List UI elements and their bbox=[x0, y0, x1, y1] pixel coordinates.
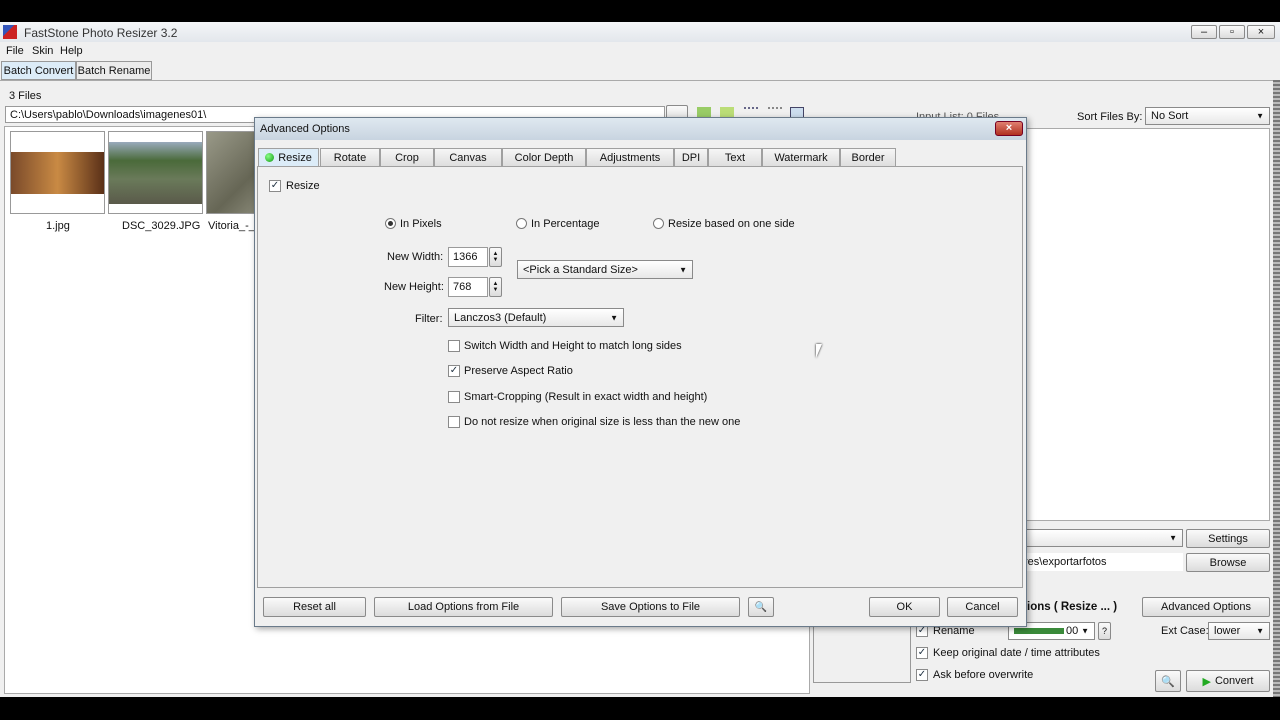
browse-button[interactable]: Browse bbox=[1186, 553, 1270, 572]
tab-line bbox=[0, 80, 1275, 81]
advanced-options-label: ions ( Resize ... ) bbox=[1027, 601, 1118, 613]
radio-one-side[interactable] bbox=[653, 218, 664, 229]
maximize-button[interactable]: ▫ bbox=[1219, 25, 1245, 39]
output-folder-field[interactable]: res\exportarfotos bbox=[1020, 553, 1183, 571]
cancel-button[interactable]: Cancel bbox=[947, 597, 1018, 617]
chevron-down-icon: ▼ bbox=[1256, 111, 1264, 121]
menu-file[interactable]: File bbox=[6, 45, 24, 57]
chevron-down-icon: ▼ bbox=[1256, 626, 1264, 636]
dialog-close-button[interactable]: × bbox=[995, 121, 1023, 136]
new-height-input[interactable]: 768 bbox=[448, 277, 488, 297]
play-icon: ▶ bbox=[1202, 675, 1211, 688]
preview-panel bbox=[813, 625, 911, 683]
thumbnail-label: 1.jpg bbox=[46, 220, 70, 232]
filter-select[interactable]: Lanczos3 (Default) ▼ bbox=[448, 308, 624, 327]
in-pixels-label: In Pixels bbox=[400, 218, 442, 230]
resize-panel bbox=[257, 166, 1023, 588]
preview-button[interactable]: 🔍 bbox=[1155, 670, 1181, 692]
tab-rotate[interactable]: Rotate bbox=[320, 148, 380, 166]
tab-dpi[interactable]: DPI bbox=[674, 148, 708, 166]
height-stepper[interactable]: ▲ ▼ bbox=[489, 277, 502, 297]
input-list[interactable] bbox=[1020, 128, 1270, 521]
scrollbar[interactable] bbox=[1273, 80, 1280, 697]
no-upscale-label: Do not resize when original size is less… bbox=[464, 416, 741, 428]
app-icon bbox=[3, 25, 17, 39]
keep-date-label: Keep original date / time attributes bbox=[933, 647, 1100, 659]
preview-icon: 🔍 bbox=[1161, 675, 1175, 688]
switch-dimensions-label: Switch Width and Height to match long si… bbox=[464, 340, 682, 352]
menu-help[interactable]: Help bbox=[60, 45, 83, 57]
save-options-button[interactable]: Save Options to File bbox=[561, 597, 740, 617]
close-button[interactable]: × bbox=[1247, 25, 1275, 39]
preserve-aspect-checkbox[interactable]: ✓ bbox=[448, 365, 460, 377]
resize-checkbox[interactable]: ✓ bbox=[269, 180, 281, 192]
radio-in-pixels[interactable] bbox=[385, 218, 396, 229]
smart-cropping-label: Smart-Cropping (Result in exact width an… bbox=[464, 391, 708, 403]
tab-adjustments[interactable]: Adjustments bbox=[586, 148, 674, 166]
tab-batch-rename[interactable]: Batch Rename bbox=[76, 61, 152, 80]
tab-canvas[interactable]: Canvas bbox=[434, 148, 502, 166]
width-stepper[interactable]: ▲ ▼ bbox=[489, 247, 502, 267]
thumbnail[interactable] bbox=[108, 131, 203, 214]
tab-color-depth[interactable]: Color Depth bbox=[502, 148, 586, 166]
chevron-down-icon: ▼ bbox=[610, 313, 618, 322]
settings-button[interactable]: Settings bbox=[1186, 529, 1270, 548]
tab-crop[interactable]: Crop bbox=[380, 148, 434, 166]
new-width-label: New Width: bbox=[387, 251, 444, 263]
ask-overwrite-checkbox[interactable]: ✓ bbox=[916, 669, 928, 681]
tab-resize[interactable]: Resize bbox=[258, 148, 319, 166]
ext-case-select[interactable]: lower ▼ bbox=[1208, 622, 1270, 640]
dialog-title: Advanced Options bbox=[260, 123, 350, 135]
preview-options-button[interactable]: 🔍 bbox=[748, 597, 774, 617]
chevron-down-icon: ▼ bbox=[1081, 626, 1089, 636]
chevron-down-icon: ▼ bbox=[1169, 533, 1177, 543]
advanced-options-button[interactable]: Advanced Options bbox=[1142, 597, 1270, 617]
ext-case-label: Ext Case: bbox=[1161, 625, 1209, 637]
rename-help-button[interactable]: ? bbox=[1098, 622, 1111, 640]
preview-icon: 🔍 bbox=[754, 601, 768, 613]
tab-text[interactable]: Text bbox=[708, 148, 762, 166]
dialog-title-bar: Advanced Options × bbox=[255, 118, 1026, 140]
title-bar: FastStone Photo Resizer 3.2 – ▫ × bbox=[0, 22, 1280, 42]
load-options-button[interactable]: Load Options from File bbox=[374, 597, 553, 617]
keep-date-checkbox[interactable]: ✓ bbox=[916, 647, 928, 659]
sort-label: Sort Files By: bbox=[1077, 111, 1143, 123]
ok-button[interactable]: OK bbox=[869, 597, 940, 617]
thumbnail-label: Vitoria_-_ bbox=[208, 220, 255, 232]
app-title: FastStone Photo Resizer 3.2 bbox=[24, 26, 178, 40]
standard-size-select[interactable]: <Pick a Standard Size> ▼ bbox=[517, 260, 693, 279]
preserve-aspect-label: Preserve Aspect Ratio bbox=[464, 365, 573, 377]
new-height-label: New Height: bbox=[384, 281, 444, 293]
in-percentage-label: In Percentage bbox=[531, 218, 600, 230]
switch-dimensions-checkbox[interactable] bbox=[448, 340, 460, 352]
menu-skin[interactable]: Skin bbox=[32, 45, 53, 57]
sort-select[interactable]: No Sort ▼ bbox=[1145, 107, 1270, 125]
ask-overwrite-label: Ask before overwrite bbox=[933, 669, 1034, 681]
tab-border[interactable]: Border bbox=[840, 148, 896, 166]
convert-button[interactable]: ▶ Convert bbox=[1186, 670, 1270, 692]
tab-watermark[interactable]: Watermark bbox=[762, 148, 840, 166]
minimize-button[interactable]: – bbox=[1191, 25, 1217, 39]
file-count: 3 Files bbox=[9, 90, 42, 102]
thumbnail[interactable] bbox=[10, 131, 105, 214]
one-side-label: Resize based on one side bbox=[668, 218, 795, 230]
no-upscale-checkbox[interactable] bbox=[448, 416, 460, 428]
pattern-blur bbox=[1014, 628, 1064, 634]
active-dot-icon bbox=[265, 153, 275, 162]
smart-cropping-checkbox[interactable] bbox=[448, 391, 460, 403]
thumbnail-label: DSC_3029.JPG bbox=[122, 220, 201, 232]
resize-label: Resize bbox=[286, 180, 320, 192]
reset-all-button[interactable]: Reset all bbox=[263, 597, 366, 617]
mouse-cursor bbox=[816, 344, 822, 358]
new-width-input[interactable]: 1366 bbox=[448, 247, 488, 267]
filter-label: Filter: bbox=[415, 313, 443, 325]
output-format-select[interactable]: ▼ bbox=[1020, 529, 1183, 547]
radio-in-percentage[interactable] bbox=[516, 218, 527, 229]
tab-batch-convert[interactable]: Batch Convert bbox=[1, 61, 76, 80]
chevron-down-icon: ▼ bbox=[679, 265, 687, 274]
